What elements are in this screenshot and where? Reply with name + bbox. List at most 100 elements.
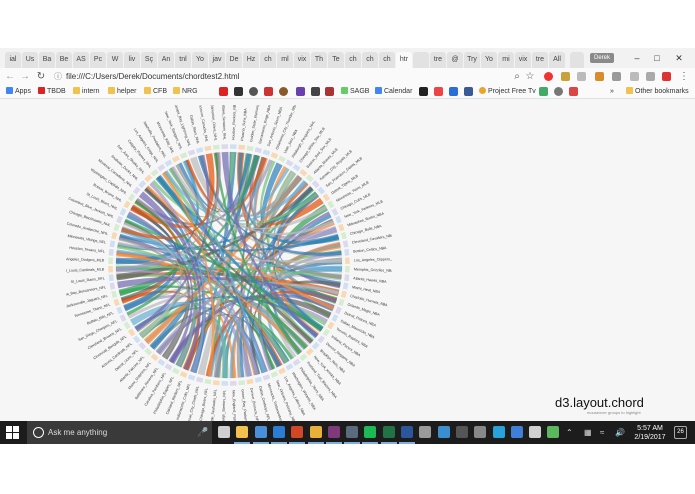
maximize-button[interactable]: □ xyxy=(650,51,664,65)
chord-group-arc[interactable] xyxy=(334,306,343,315)
bookmark-icon[interactable] xyxy=(554,87,563,96)
bookmark-icon[interactable] xyxy=(311,87,320,96)
address-bar[interactable]: ⓘ file:///C:/Users/Derek/Documents/chord… xyxy=(54,70,526,83)
chord-group-arc[interactable] xyxy=(156,358,166,367)
browser-tab[interactable]: Hz xyxy=(243,52,259,68)
word-icon[interactable] xyxy=(401,426,413,438)
chord-group-arc[interactable] xyxy=(334,215,343,224)
wifi-icon[interactable]: ≈ xyxy=(600,421,604,444)
chord-group-arc[interactable] xyxy=(277,366,287,375)
terminal-icon[interactable] xyxy=(455,426,468,438)
chord-group-arc[interactable] xyxy=(237,144,246,151)
volume-icon[interactable]: 🔊 xyxy=(615,421,625,444)
chord-group-arc[interactable] xyxy=(112,298,121,307)
chord-group-arc[interactable] xyxy=(270,151,279,160)
chord-group-arc[interactable] xyxy=(337,223,346,232)
bookmark-icon[interactable] xyxy=(219,87,228,96)
tray-app-icon[interactable]: ▦ xyxy=(584,421,592,444)
bookmark-icon[interactable] xyxy=(296,87,305,96)
chord-group-arc[interactable] xyxy=(143,173,153,183)
chord-group-arc[interactable] xyxy=(285,158,294,168)
opera-extension-icon[interactable] xyxy=(544,72,553,81)
bookmark-icon[interactable] xyxy=(539,87,548,96)
chord-group-arc[interactable] xyxy=(340,290,348,299)
page-info-icon[interactable]: ⓘ xyxy=(54,70,62,83)
chord-group-arc[interactable] xyxy=(330,207,339,217)
store-icon[interactable] xyxy=(254,426,267,438)
forward-icon[interactable]: → xyxy=(19,69,31,84)
chord-group-arc[interactable] xyxy=(337,298,346,307)
task-view-icon[interactable] xyxy=(218,426,230,438)
bookmark-calendar[interactable]: Calendar xyxy=(375,85,412,98)
extension-icon[interactable] xyxy=(630,72,639,81)
browser-tab[interactable]: Sç xyxy=(141,52,157,68)
chord-group-arc[interactable] xyxy=(171,366,181,375)
powerpoint-icon[interactable] xyxy=(291,426,304,438)
bookmark-icon[interactable] xyxy=(234,87,243,96)
chord-group-arc[interactable] xyxy=(179,370,188,379)
bookmark-folder-helper[interactable]: helper xyxy=(108,85,136,98)
bookmark-tbdb[interactable]: TBDB xyxy=(38,85,66,98)
bookmark-folder-cfb[interactable]: CFB xyxy=(144,85,167,98)
chord-group-arc[interactable] xyxy=(237,379,246,386)
chord-group-arc[interactable] xyxy=(143,347,153,357)
chord-group-arc[interactable] xyxy=(316,334,326,344)
chord-group-arc[interactable] xyxy=(316,186,326,196)
chord-group-arc[interactable] xyxy=(343,248,350,257)
chord-group-arc[interactable] xyxy=(195,146,204,154)
extension-icon[interactable] xyxy=(646,72,655,81)
browser-tab[interactable]: Yo xyxy=(192,52,208,68)
chord-group-arc[interactable] xyxy=(262,148,271,157)
chord-group-arc[interactable] xyxy=(171,155,181,164)
browser-tab[interactable]: Pc xyxy=(90,52,106,68)
chord-group-arc[interactable] xyxy=(203,145,212,152)
bookmark-icon[interactable] xyxy=(449,87,458,96)
browser-tab[interactable]: ch xyxy=(362,52,378,68)
browser-tab[interactable] xyxy=(413,52,429,68)
chord-group-arc[interactable] xyxy=(122,321,132,330)
browser-tab[interactable]: ch xyxy=(345,52,361,68)
chord-group-arc[interactable] xyxy=(109,282,116,291)
browser-tab[interactable]: ial xyxy=(5,52,21,68)
chrome-icon[interactable] xyxy=(309,426,322,438)
chord-group-arc[interactable] xyxy=(150,352,160,362)
browser-tab[interactable]: Us xyxy=(22,52,38,68)
bookmark-folder-intern[interactable]: intern xyxy=(73,85,100,98)
chord-group-arc[interactable] xyxy=(311,179,321,189)
bookmark-folder-nrg[interactable]: NRG xyxy=(173,85,198,98)
chord-group-arc[interactable] xyxy=(107,265,114,274)
minimize-button[interactable]: – xyxy=(630,51,644,65)
bookmark-icon[interactable] xyxy=(569,87,578,96)
reload-icon[interactable]: ↻ xyxy=(35,69,47,84)
bookmarks-overflow-button[interactable]: » xyxy=(610,85,614,98)
show-hidden-icons[interactable]: ⌃ xyxy=(566,421,573,444)
chord-group-arc[interactable] xyxy=(187,148,196,157)
window-app-icon[interactable] xyxy=(474,426,487,438)
excel-icon[interactable] xyxy=(382,426,395,438)
chord-group-arc[interactable] xyxy=(115,215,124,224)
browser-tab[interactable]: mi xyxy=(498,52,514,68)
spotify-icon[interactable] xyxy=(364,426,377,438)
print-icon[interactable] xyxy=(419,426,432,438)
browser-tab[interactable]: vix xyxy=(515,52,531,68)
chord-group-arc[interactable] xyxy=(119,313,128,323)
chord-group-arc[interactable] xyxy=(164,362,173,372)
chord-group-arc[interactable] xyxy=(322,192,331,202)
bookmark-icon[interactable] xyxy=(279,87,288,96)
extension-icon[interactable] xyxy=(662,72,671,81)
globe-app-icon[interactable] xyxy=(529,426,542,438)
chord-group-arc[interactable] xyxy=(109,239,116,248)
chord-group-arc[interactable] xyxy=(108,273,115,282)
chord-group-arc[interactable] xyxy=(112,223,121,232)
file-explorer-icon[interactable] xyxy=(236,426,249,438)
chord-group-arc[interactable] xyxy=(262,373,271,382)
browser-tab[interactable]: Ba xyxy=(39,52,55,68)
chord-group-arc[interactable] xyxy=(342,239,349,248)
chord-group-arc[interactable] xyxy=(107,256,114,265)
zoom-search-icon[interactable]: ⌕ xyxy=(511,69,523,84)
chord-group-arc[interactable] xyxy=(212,144,221,151)
chord-group-arc[interactable] xyxy=(229,143,238,150)
chord-group-arc[interactable] xyxy=(254,376,263,384)
chord-group-arc[interactable] xyxy=(298,352,308,362)
chord-group-arc[interactable] xyxy=(150,168,160,178)
